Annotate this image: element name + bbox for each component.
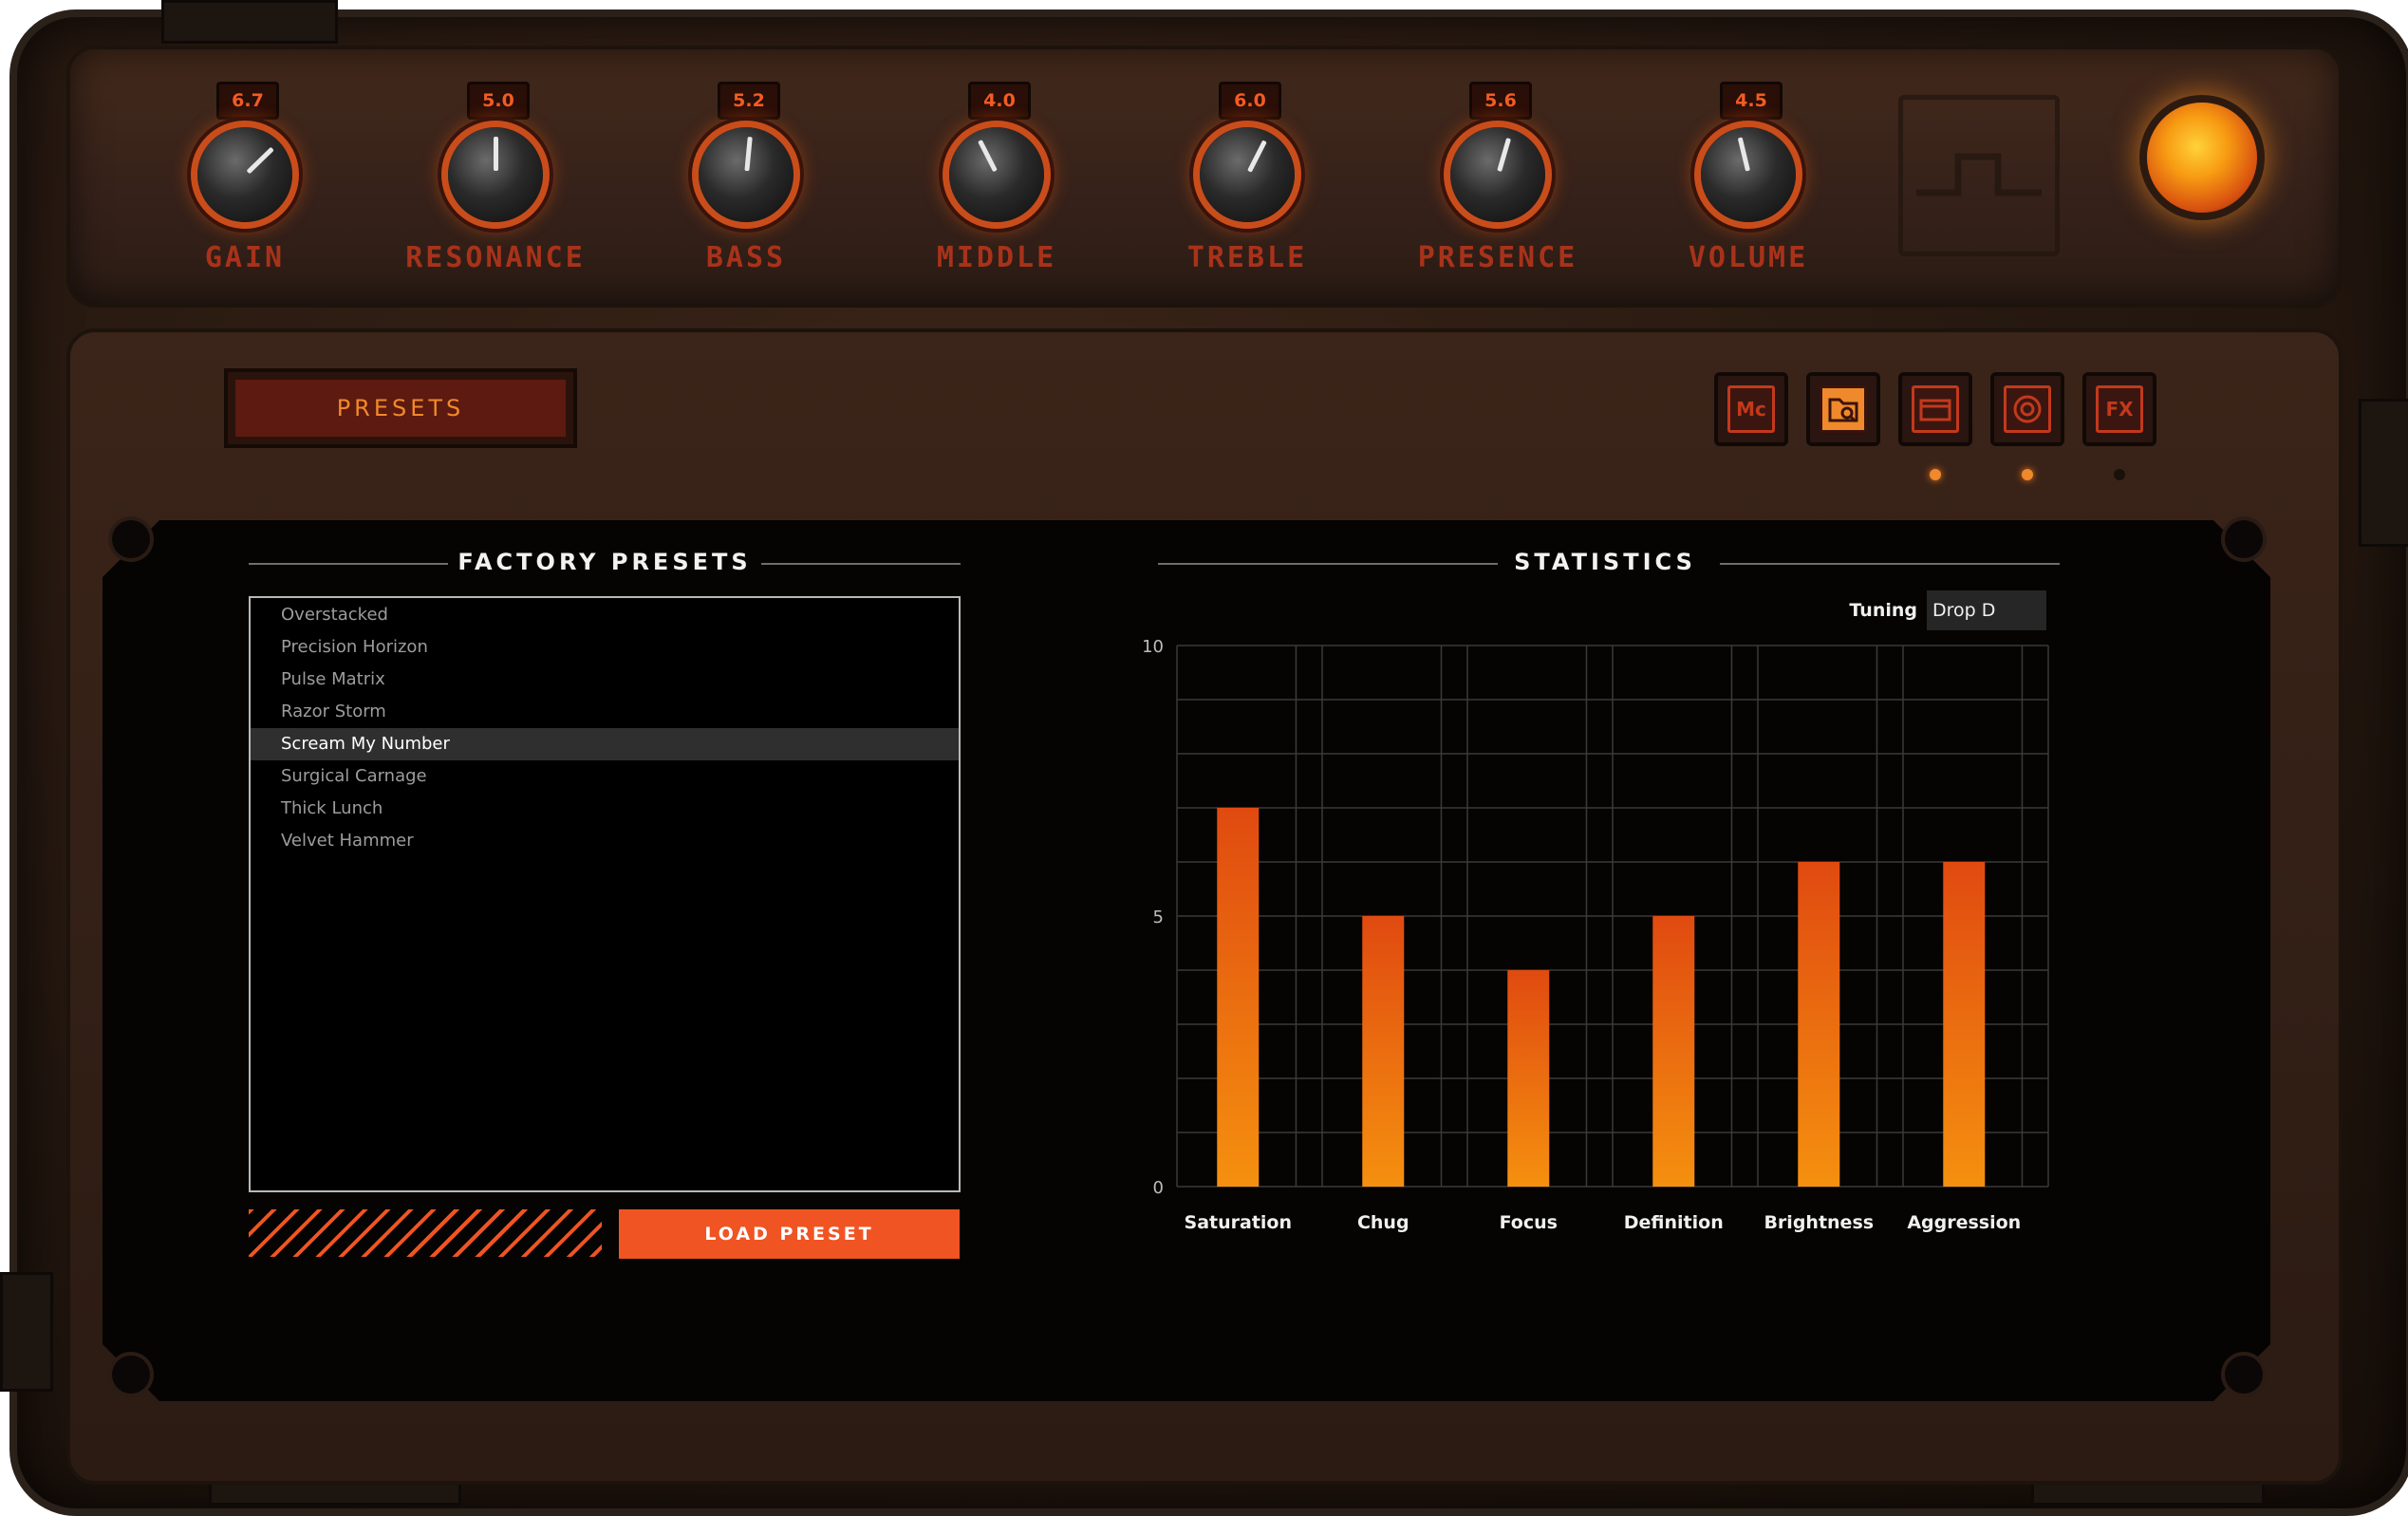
knob-resonance[interactable]: 5.0 RESONANCE — [391, 74, 600, 292]
preset-item[interactable]: Razor Storm — [251, 696, 959, 728]
led-indicator — [1930, 469, 1941, 480]
knob-pointer — [494, 137, 498, 171]
knob-label: GAIN — [204, 241, 286, 274]
knob-pointer — [1737, 137, 1750, 172]
x-tick-label: Saturation — [1185, 1212, 1292, 1233]
y-tick-label: 10 — [1142, 637, 1164, 657]
screw-icon — [2225, 520, 2263, 558]
cabinet-icon — [1912, 385, 1959, 433]
knob-readout: 6.0 — [1219, 82, 1281, 120]
cabinet-button[interactable] — [1898, 372, 1972, 446]
section-rule — [1158, 563, 1498, 565]
knob-middle[interactable]: 4.0 MIDDLE — [892, 74, 1101, 292]
speaker-icon — [2004, 385, 2051, 433]
factory-presets-title: FACTORY PRESETS — [457, 549, 752, 575]
tuning-select[interactable]: Drop D — [1927, 590, 2046, 630]
knob-label: BASS — [705, 241, 787, 274]
fx-icon: FX — [2096, 385, 2143, 433]
knob-pointer — [1247, 140, 1267, 173]
mc-icon: Mc — [1727, 385, 1775, 433]
knob-bass[interactable]: 5.2 BASS — [642, 74, 850, 292]
bar-chug — [1362, 916, 1405, 1187]
knob-dial[interactable] — [1200, 127, 1295, 222]
knob-readout: 5.2 — [718, 82, 780, 120]
y-tick-label: 0 — [1153, 1178, 1164, 1198]
section-rule — [1720, 563, 2060, 565]
knob-dial[interactable] — [448, 127, 543, 222]
statistics-chart: 0 5 10 Saturation Chug Focus Definition Bright… — [1142, 637, 2049, 1233]
knob-label: MIDDLE — [936, 241, 1057, 274]
hatch-decoration — [249, 1209, 602, 1257]
knob-dial[interactable] — [949, 127, 1044, 222]
preset-item[interactable]: Thick Lunch — [251, 793, 959, 825]
knob-pointer — [1497, 138, 1512, 172]
knob-treble[interactable]: 6.0 TREBLE — [1143, 74, 1352, 292]
preset-item[interactable]: Precision Horizon — [251, 631, 959, 664]
chart-bars — [1217, 808, 1986, 1187]
knob-gain[interactable]: 6.7 GAIN — [140, 74, 349, 292]
x-tick-label: Aggression — [1907, 1212, 2021, 1233]
preset-list[interactable]: Overstacked Precision Horizon Pulse Matr… — [249, 596, 961, 1192]
preset-item[interactable]: Velvet Hammer — [251, 825, 959, 857]
fx-button[interactable]: FX — [2082, 372, 2156, 446]
bar-aggression — [1943, 862, 1986, 1187]
knob-dial[interactable] — [1450, 127, 1545, 222]
x-tick-label: Definition — [1624, 1212, 1724, 1233]
square-wave-icon — [1916, 153, 2042, 197]
knob-label: PRESENCE — [1417, 241, 1578, 274]
chart-grid — [1176, 645, 2049, 1188]
knob-readout: 5.6 — [1469, 82, 1532, 120]
knob-readout: 5.0 — [467, 82, 530, 120]
preset-item[interactable]: Surgical Carnage — [251, 760, 959, 793]
knob-pointer — [246, 146, 274, 175]
presets-tab[interactable]: PRESETS — [224, 368, 577, 448]
knob-pointer — [978, 139, 998, 173]
preset-item[interactable]: Overstacked — [251, 599, 959, 631]
screw-icon — [2225, 1356, 2263, 1394]
knob-readout: 4.5 — [1720, 82, 1783, 120]
y-axis-labels: 0 5 10 — [1142, 637, 1164, 1198]
knob-pointer — [744, 136, 753, 172]
y-tick-label: 5 — [1153, 908, 1164, 927]
knob-dial[interactable] — [699, 127, 793, 222]
x-tick-label: Focus — [1500, 1212, 1558, 1233]
speaker-button[interactable] — [1990, 372, 2064, 446]
knob-volume[interactable]: 4.5 VOLUME — [1644, 74, 1853, 292]
brand-logo-icon — [1898, 95, 2060, 256]
screw-icon — [112, 520, 150, 558]
right-grip — [2359, 399, 2408, 547]
load-preset-button[interactable]: LOAD PRESET — [619, 1209, 960, 1259]
x-tick-label: Chug — [1357, 1212, 1409, 1233]
knob-dial[interactable] — [1701, 127, 1796, 222]
knob-label: VOLUME — [1688, 241, 1809, 274]
tuning-label: Tuning — [1849, 600, 1917, 621]
top-grip — [161, 0, 338, 44]
bar-definition — [1652, 916, 1695, 1187]
knob-dial[interactable] — [197, 127, 292, 222]
knob-label: RESONANCE — [405, 241, 586, 274]
x-axis-labels: Saturation Chug Focus Definition Brightness A… — [1185, 1212, 2022, 1233]
preset-item-selected[interactable]: Scream My Number — [251, 728, 959, 760]
folder-search-icon — [1820, 385, 1867, 433]
screw-icon — [112, 1356, 150, 1394]
presets-tab-label: PRESETS — [235, 380, 566, 437]
section-rule — [761, 563, 961, 565]
mc-button[interactable]: Mc — [1714, 372, 1788, 446]
led-indicator — [2114, 469, 2125, 480]
preset-item[interactable]: Pulse Matrix — [251, 664, 959, 696]
bar-focus — [1507, 970, 1550, 1187]
power-light-icon[interactable] — [2147, 103, 2257, 213]
section-rule — [249, 563, 448, 565]
preset-browser-button[interactable] — [1806, 372, 1880, 446]
bar-brightness — [1798, 862, 1840, 1187]
bar-saturation — [1217, 808, 1260, 1187]
knob-readout: 4.0 — [968, 82, 1031, 120]
knob-presence[interactable]: 5.6 PRESENCE — [1393, 74, 1602, 292]
knob-label: TREBLE — [1186, 241, 1308, 274]
x-tick-label: Brightness — [1764, 1212, 1874, 1233]
led-indicator — [2022, 469, 2033, 480]
statistics-title: STATISTICS — [1514, 549, 1696, 575]
knob-readout: 6.7 — [216, 82, 279, 120]
left-grip — [0, 1272, 53, 1392]
